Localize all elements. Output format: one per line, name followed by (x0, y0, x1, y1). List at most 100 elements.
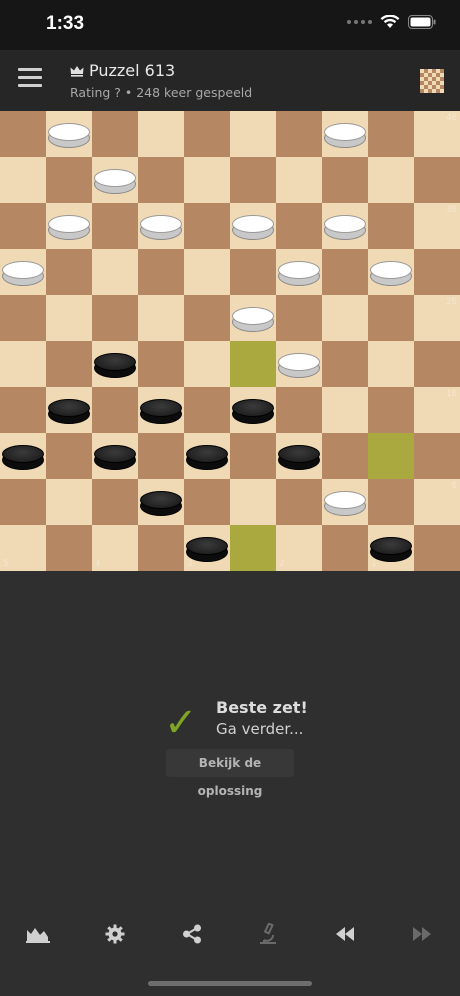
board-square[interactable] (0, 479, 46, 525)
black-piece[interactable] (370, 537, 412, 563)
white-piece[interactable] (94, 169, 136, 195)
board-square[interactable] (138, 341, 184, 387)
board-square[interactable] (138, 111, 184, 157)
black-piece[interactable] (278, 445, 320, 471)
board-square[interactable] (46, 295, 92, 341)
board-square[interactable] (184, 295, 230, 341)
board-square[interactable] (138, 295, 184, 341)
board-square[interactable] (414, 249, 460, 295)
board-square[interactable]: 2 (276, 525, 322, 571)
board-square[interactable] (322, 341, 368, 387)
black-piece[interactable] (186, 445, 228, 471)
board-square[interactable] (368, 203, 414, 249)
board-square[interactable] (368, 341, 414, 387)
board-square[interactable] (92, 249, 138, 295)
board-square[interactable] (92, 111, 138, 157)
board-square[interactable]: 5 (0, 525, 46, 571)
board-square[interactable] (414, 525, 460, 571)
board-square[interactable] (0, 295, 46, 341)
white-piece[interactable] (278, 261, 320, 287)
board-square[interactable] (0, 341, 46, 387)
board-square[interactable]: 4 (92, 525, 138, 571)
black-piece[interactable] (94, 353, 136, 379)
board-square[interactable] (276, 295, 322, 341)
board-square[interactable] (184, 203, 230, 249)
continue-link[interactable]: Ga verder... (216, 720, 303, 738)
white-piece[interactable] (48, 123, 90, 149)
board-square[interactable] (368, 295, 414, 341)
board-square[interactable] (322, 525, 368, 571)
board-square[interactable] (46, 479, 92, 525)
white-piece[interactable] (48, 215, 90, 241)
board-square[interactable]: 46 (414, 111, 460, 157)
board-square[interactable] (184, 479, 230, 525)
white-piece[interactable] (324, 215, 366, 241)
board-square[interactable] (0, 203, 46, 249)
analyse-board-button[interactable] (230, 912, 307, 956)
board-square[interactable] (184, 157, 230, 203)
black-piece[interactable] (94, 445, 136, 471)
board-square[interactable] (414, 341, 460, 387)
board-square[interactable] (46, 249, 92, 295)
board-square[interactable] (0, 387, 46, 433)
black-piece[interactable] (2, 445, 44, 471)
board-square[interactable]: 36 (414, 203, 460, 249)
white-piece[interactable] (370, 261, 412, 287)
board-square[interactable] (184, 249, 230, 295)
board-square[interactable] (276, 203, 322, 249)
board-square[interactable] (322, 157, 368, 203)
board-square[interactable] (138, 249, 184, 295)
board-square[interactable] (138, 525, 184, 571)
board-square[interactable]: 26 (414, 295, 460, 341)
white-piece[interactable] (140, 215, 182, 241)
board-square[interactable] (276, 111, 322, 157)
board-square[interactable] (368, 433, 414, 479)
rewind-button[interactable] (307, 912, 384, 956)
board-square[interactable] (414, 157, 460, 203)
white-piece[interactable] (324, 123, 366, 149)
board-square[interactable] (230, 341, 276, 387)
board-square[interactable] (138, 157, 184, 203)
board-square[interactable] (368, 387, 414, 433)
board-square[interactable] (368, 479, 414, 525)
black-piece[interactable] (186, 537, 228, 563)
board-square[interactable] (92, 387, 138, 433)
board-square[interactable] (230, 479, 276, 525)
analysis-button[interactable] (0, 912, 77, 956)
board-square[interactable]: 6 (414, 479, 460, 525)
board-square[interactable] (92, 203, 138, 249)
black-piece[interactable] (48, 399, 90, 425)
board-square[interactable] (0, 157, 46, 203)
board-square[interactable] (92, 295, 138, 341)
board-square[interactable] (322, 295, 368, 341)
board-square[interactable] (0, 111, 46, 157)
board-square[interactable] (368, 111, 414, 157)
settings-button[interactable] (77, 912, 154, 956)
board-square[interactable] (414, 433, 460, 479)
white-piece[interactable] (324, 491, 366, 517)
board-square[interactable] (46, 433, 92, 479)
white-piece[interactable] (232, 307, 274, 333)
board-square[interactable] (46, 341, 92, 387)
board-square[interactable] (184, 387, 230, 433)
share-button[interactable] (153, 912, 230, 956)
board-square[interactable] (230, 433, 276, 479)
board-square[interactable] (322, 249, 368, 295)
white-piece[interactable] (232, 215, 274, 241)
board-square[interactable] (276, 157, 322, 203)
board-square[interactable] (46, 157, 92, 203)
board-square[interactable] (92, 479, 138, 525)
board-square[interactable] (138, 433, 184, 479)
board-square[interactable] (184, 341, 230, 387)
forward-button[interactable] (383, 912, 460, 956)
board-square[interactable] (184, 111, 230, 157)
menu-button[interactable] (18, 68, 42, 90)
board-square[interactable] (230, 157, 276, 203)
white-piece[interactable] (2, 261, 44, 287)
board-square[interactable] (276, 479, 322, 525)
view-solution-button[interactable]: Bekijk de oplossing (166, 749, 294, 798)
board-icon[interactable] (420, 69, 444, 93)
board-square[interactable] (276, 387, 322, 433)
checkers-board[interactable]: 46 36 26 16 6 5 4 3 2 1 (0, 111, 460, 571)
board-square[interactable] (46, 525, 92, 571)
